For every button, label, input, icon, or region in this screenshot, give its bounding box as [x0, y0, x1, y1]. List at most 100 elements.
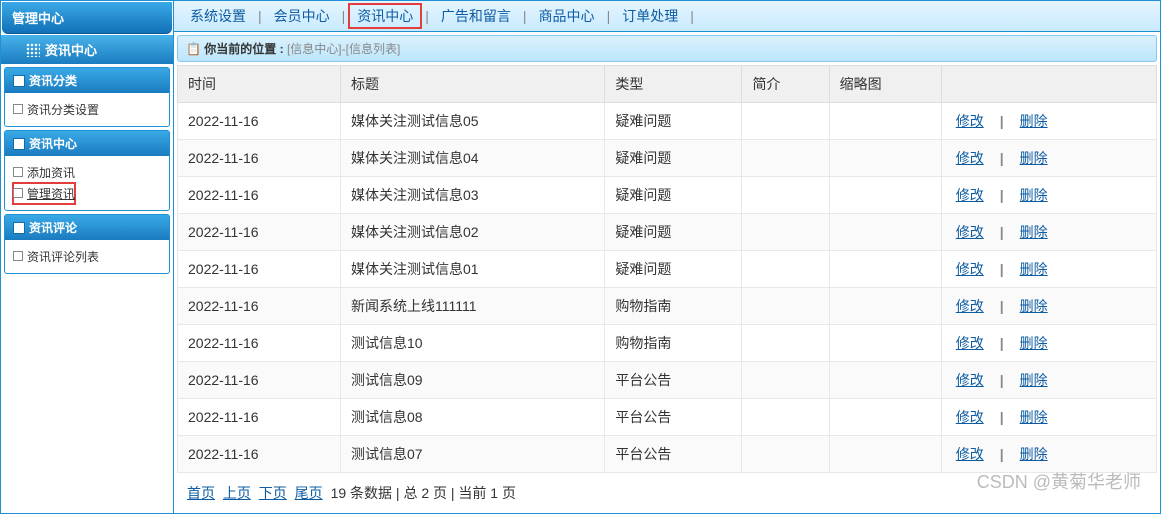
delete-link[interactable]: 删除	[1020, 261, 1048, 277]
cell-thumb	[829, 436, 941, 473]
cell-actions: 修改|删除	[941, 251, 1156, 288]
cell-time: 2022-11-16	[178, 177, 341, 214]
cell-thumb	[829, 399, 941, 436]
table-row: 2022-11-16媒体关注测试信息04疑难问题 修改|删除	[178, 140, 1157, 177]
topnav-item-5[interactable]: 订单处理	[616, 6, 684, 26]
content: 时间标题类型简介缩略图 2022-11-16媒体关注测试信息05疑难问题修改|删…	[177, 65, 1157, 513]
page-last[interactable]: 尾页	[295, 485, 323, 501]
col-header	[941, 66, 1156, 103]
cell-thumb	[829, 251, 941, 288]
delete-link[interactable]: 删除	[1020, 113, 1048, 129]
table-row: 2022-11-16媒体关注测试信息02疑难问题修改|删除	[178, 214, 1157, 251]
cell-time: 2022-11-16	[178, 288, 341, 325]
delete-link[interactable]: 删除	[1020, 187, 1048, 203]
table-row: 2022-11-16测试信息08平台公告 修改|删除	[178, 399, 1157, 436]
cell-actions: 修改|删除	[941, 103, 1156, 140]
table-row: 2022-11-16测试信息10购物指南修改|删除	[178, 325, 1157, 362]
table-row: 2022-11-16新闻系统上线111111购物指南修改|删除	[178, 288, 1157, 325]
edit-link[interactable]: 修改	[956, 224, 984, 240]
cell-title: 媒体关注测试信息01	[340, 251, 604, 288]
edit-link[interactable]: 修改	[956, 446, 984, 462]
cell-type: 疑难问题	[605, 177, 742, 214]
cell-actions: 修改|删除	[941, 214, 1156, 251]
sidebar: 管理中心 资讯中心 资讯分类资讯分类设置资讯中心添加资讯管理资讯资讯评论资讯评论…	[1, 1, 174, 513]
edit-link[interactable]: 修改	[956, 113, 984, 129]
topnav-item-1[interactable]: 会员中心	[268, 6, 336, 26]
col-header: 标题	[340, 66, 604, 103]
cell-title: 媒体关注测试信息03	[340, 177, 604, 214]
col-header: 简介	[742, 66, 829, 103]
cell-type: 平台公告	[605, 362, 742, 399]
cell-title: 媒体关注测试信息04	[340, 140, 604, 177]
sidebar-section-label: 资讯中心	[45, 40, 97, 59]
delete-link[interactable]: 删除	[1020, 446, 1048, 462]
sidebar-link[interactable]: 资讯评论列表	[13, 246, 161, 267]
table-row: 2022-11-16测试信息07平台公告修改|删除	[178, 436, 1157, 473]
cell-title: 测试信息09	[340, 362, 604, 399]
cell-time: 2022-11-16	[178, 140, 341, 177]
topnav-item-0[interactable]: 系统设置	[184, 6, 252, 26]
pagination: 首页 上页 下页 尾页 19 条数据 | 总 2 页 | 当前 1 页	[177, 473, 1157, 513]
table-row: 2022-11-16媒体关注测试信息03疑难问题修改|删除	[178, 177, 1157, 214]
edit-link[interactable]: 修改	[956, 372, 984, 388]
edit-link[interactable]: 修改	[956, 261, 984, 277]
cell-intro	[742, 399, 829, 436]
data-table: 时间标题类型简介缩略图 2022-11-16媒体关注测试信息05疑难问题修改|删…	[177, 65, 1157, 473]
col-header: 缩略图	[829, 66, 941, 103]
cell-intro	[742, 214, 829, 251]
cell-thumb	[829, 288, 941, 325]
cell-time: 2022-11-16	[178, 399, 341, 436]
cell-actions: 修改|删除	[941, 436, 1156, 473]
cell-title: 测试信息08	[340, 399, 604, 436]
sidebar-link[interactable]: 管理资讯	[13, 183, 75, 204]
breadcrumb-path: [信息中心]-[信息列表]	[287, 42, 400, 56]
topnav-item-2[interactable]: 资讯中心	[351, 6, 419, 26]
cell-intro	[742, 436, 829, 473]
cell-thumb	[829, 214, 941, 251]
edit-link[interactable]: 修改	[956, 150, 984, 166]
table-row: 2022-11-16测试信息09平台公告修改|删除	[178, 362, 1157, 399]
topnav-item-4[interactable]: 商品中心	[533, 6, 601, 26]
cell-intro	[742, 103, 829, 140]
cell-thumb	[829, 140, 941, 177]
page-prev[interactable]: 上页	[223, 485, 251, 501]
cell-intro	[742, 362, 829, 399]
delete-link[interactable]: 删除	[1020, 224, 1048, 240]
edit-link[interactable]: 修改	[956, 335, 984, 351]
cell-time: 2022-11-16	[178, 325, 341, 362]
cell-type: 平台公告	[605, 399, 742, 436]
cell-thumb	[829, 325, 941, 362]
edit-link[interactable]: 修改	[956, 409, 984, 425]
cell-title: 测试信息07	[340, 436, 604, 473]
cell-type: 疑难问题	[605, 140, 742, 177]
cell-type: 疑难问题	[605, 214, 742, 251]
cell-actions: 修改|删除	[941, 288, 1156, 325]
grid-icon	[26, 43, 40, 57]
delete-link[interactable]: 删除	[1020, 409, 1048, 425]
edit-link[interactable]: 修改	[956, 187, 984, 203]
page-first[interactable]: 首页	[187, 485, 215, 501]
cell-time: 2022-11-16	[178, 103, 341, 140]
cell-thumb	[829, 177, 941, 214]
delete-link[interactable]: 删除	[1020, 298, 1048, 314]
breadcrumb: 📋 你当前的位置 : [信息中心]-[信息列表]	[177, 35, 1157, 62]
sidebar-link[interactable]: 资讯分类设置	[13, 99, 161, 120]
panel-header: 资讯评论	[5, 215, 169, 240]
delete-link[interactable]: 删除	[1020, 372, 1048, 388]
delete-link[interactable]: 删除	[1020, 335, 1048, 351]
cell-actions: 修改|删除	[941, 399, 1156, 436]
sidebar-section-title: 资讯中心	[1, 35, 173, 64]
cell-title: 媒体关注测试信息02	[340, 214, 604, 251]
delete-link[interactable]: 删除	[1020, 150, 1048, 166]
topnav-item-3[interactable]: 广告和留言	[435, 6, 517, 26]
cell-type: 疑难问题	[605, 251, 742, 288]
cell-thumb	[829, 103, 941, 140]
cell-actions: 修改|删除	[941, 140, 1156, 177]
edit-link[interactable]: 修改	[956, 298, 984, 314]
cell-title: 新闻系统上线111111	[340, 288, 604, 325]
panel-header: 资讯中心	[5, 131, 169, 156]
page-next[interactable]: 下页	[259, 485, 287, 501]
sidebar-link[interactable]: 添加资讯	[13, 162, 161, 183]
cell-type: 购物指南	[605, 325, 742, 362]
cell-title: 媒体关注测试信息05	[340, 103, 604, 140]
